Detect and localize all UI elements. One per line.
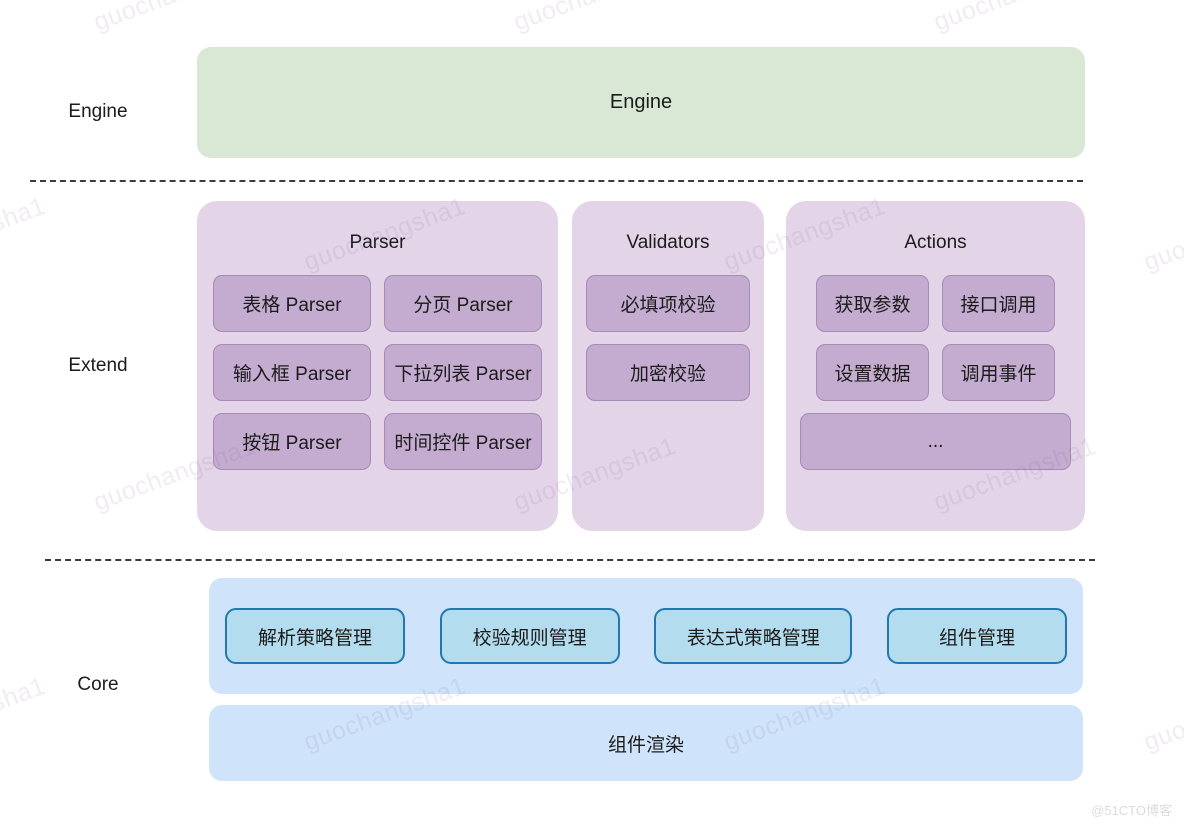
validator-chip[interactable]: 必填项校验 [586,275,750,332]
validator-chip[interactable]: 加密校验 [586,344,750,401]
core-render-bar-label: 组件渲染 [607,734,684,756]
action-chip[interactable]: 接口调用 [942,275,1055,332]
extend-group-parser-items: 表格 Parser 分页 Parser 输入框 Parser 下拉列表 Pars… [211,275,544,470]
engine-band-title: Engine [609,91,673,113]
action-chip[interactable]: 调用事件 [942,344,1055,401]
core-manager-chip[interactable]: 解析策略管理 [225,608,405,664]
parser-chip[interactable]: 表格 Parser [213,275,371,332]
parser-chip[interactable]: 按钮 Parser [213,413,371,470]
extend-group-validators-items: 必填项校验 加密校验 [586,275,750,401]
core-manager-chip[interactable]: 组件管理 [886,608,1067,664]
parser-chip[interactable]: 时间控件 Parser [384,413,542,470]
parser-chip[interactable]: 分页 Parser [384,275,542,332]
row-label-extend: Extend [68,355,128,376]
extend-group-actions: Actions 获取参数 接口调用 设置数据 调用事件 ... [786,201,1085,531]
extend-group-validators-title: Validators [626,232,710,253]
action-chip[interactable]: 设置数据 [816,344,929,401]
diagram-canvas: Engine Extend Core Engine Parser 表格 Pars… [0,0,1184,825]
parser-chip[interactable]: 下拉列表 Parser [384,344,542,401]
row-label-core: Core [77,674,119,695]
core-manager-chip[interactable]: 校验规则管理 [439,608,620,664]
layer-divider-engine-extend [30,180,1083,182]
extend-group-validators: Validators 必填项校验 加密校验 [572,201,764,531]
action-chip-more[interactable]: ... [800,413,1071,470]
core-managers-panel: 解析策略管理 校验规则管理 表达式策略管理 组件管理 [209,578,1083,694]
extend-group-actions-title: Actions [904,232,967,253]
extend-band: Parser 表格 Parser 分页 Parser 输入框 Parser 下拉… [197,201,1085,531]
action-chip[interactable]: 获取参数 [816,275,929,332]
engine-band-box: Engine [197,47,1085,158]
extend-group-parser: Parser 表格 Parser 分页 Parser 输入框 Parser 下拉… [197,201,558,531]
extend-group-parser-title: Parser [349,232,406,253]
row-label-engine: Engine [68,101,128,122]
core-render-bar: 组件渲染 [209,705,1083,781]
extend-group-actions-items: 获取参数 接口调用 设置数据 调用事件 ... [800,275,1071,470]
core-manager-chip[interactable]: 表达式策略管理 [654,608,853,664]
layer-divider-extend-core [45,559,1095,561]
parser-chip[interactable]: 输入框 Parser [213,344,371,401]
